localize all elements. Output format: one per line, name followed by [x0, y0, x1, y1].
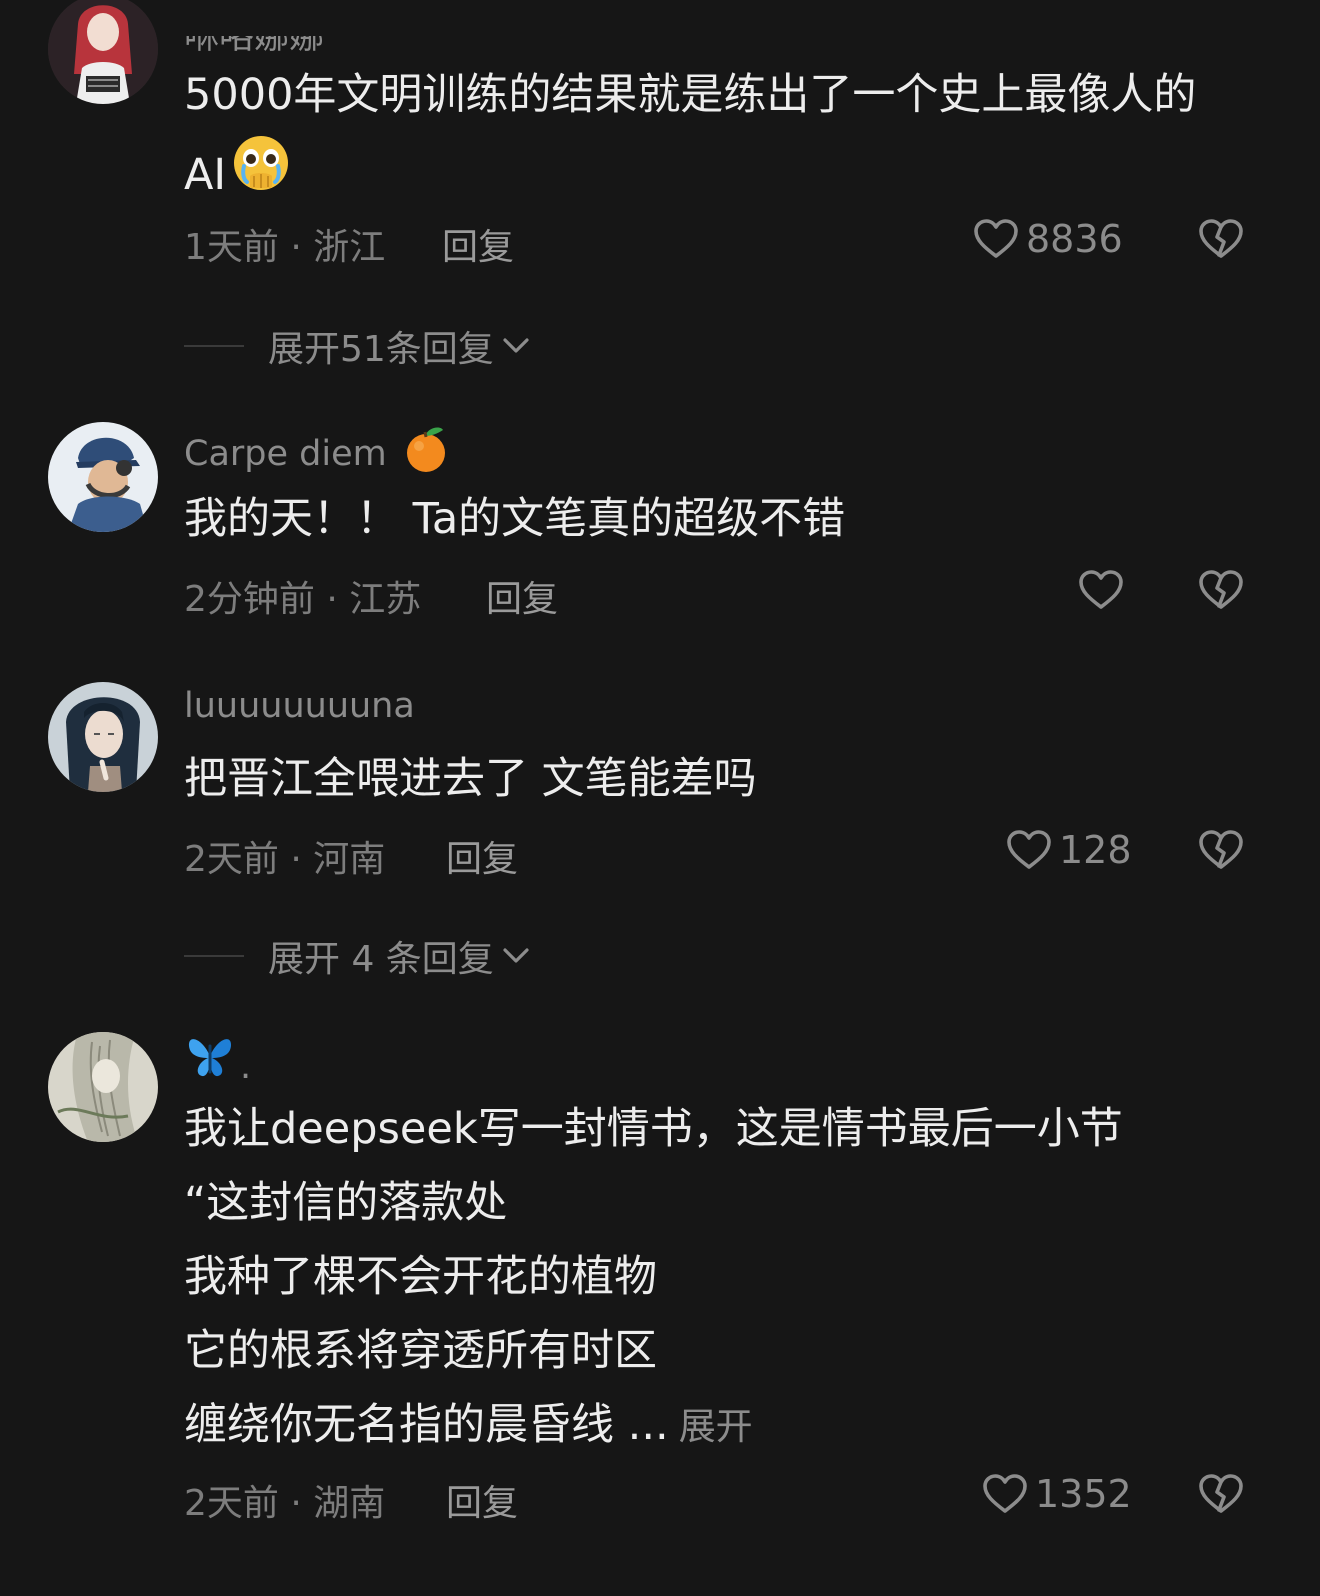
comment-line: “这封信的落款处 [184, 1178, 508, 1228]
comment-username[interactable]: Carpe diem [184, 424, 449, 483]
expand-replies-label: 展开 4 条回复 [268, 939, 494, 980]
like-button[interactable]: 8836 [972, 215, 1123, 263]
heart-outline-icon [1077, 566, 1125, 614]
like-count: 8836 [1026, 217, 1123, 261]
comment-meta: 1天前 · 浙江 [184, 227, 386, 268]
like-button[interactable]: 1352 [981, 1470, 1132, 1518]
comment-meta: 2分钟前 · 江苏 [184, 579, 422, 620]
expand-text-button[interactable]: 展开 [679, 1390, 753, 1464]
like-button[interactable] [1077, 566, 1131, 614]
dislike-button[interactable] [1197, 1470, 1245, 1522]
dislike-button[interactable] [1197, 826, 1245, 878]
comment-username[interactable]: . [186, 1034, 251, 1087]
comment-content: 把晋江全喂进去了 文笔能差吗 [184, 742, 757, 816]
reply-button[interactable]: 回复 [442, 218, 514, 270]
heart-outline-icon [972, 215, 1020, 263]
comment-username[interactable]: 咻咯娜娜 [184, 36, 324, 59]
broken-heart-icon [1197, 566, 1245, 614]
comment-line: 它的根系将穿透所有时区 [184, 1326, 657, 1376]
comment-line: 缠绕你无名指的晨昏线 ... [184, 1400, 669, 1450]
avatar[interactable] [48, 422, 158, 532]
avatar[interactable] [48, 682, 158, 792]
comment-line: 我种了棵不会开花的植物 [184, 1252, 657, 1302]
reply-button[interactable]: 回复 [446, 830, 518, 882]
like-count: 128 [1059, 828, 1132, 872]
reply-button[interactable]: 回复 [486, 570, 558, 622]
comment-line: AI [184, 149, 227, 200]
comment-line: 我让deepseek写一封情书，这是情书最后一小节 [184, 1104, 1123, 1154]
expand-replies-label: 展开51条回复 [268, 329, 494, 370]
expand-replies-button[interactable]: 展开51条回复 [184, 320, 534, 372]
like-count: 1352 [1035, 1472, 1132, 1516]
dislike-button[interactable] [1197, 215, 1245, 267]
comment-line-with-emoji: AI [184, 132, 1196, 217]
comment-line: 把晋江全喂进去了 文笔能差吗 [184, 754, 757, 804]
username-text: Carpe diem [184, 433, 387, 474]
divider-line [184, 955, 244, 957]
comment-username[interactable]: luuuuuuuuna [184, 686, 415, 726]
heart-outline-icon [981, 1470, 1029, 1518]
broken-heart-icon [1197, 826, 1245, 874]
divider-line [184, 345, 244, 347]
broken-heart-icon [1197, 215, 1245, 263]
comment-meta: 2天前 · 湖南 [184, 1483, 386, 1524]
chevron-down-icon [503, 338, 529, 353]
like-button[interactable]: 128 [1005, 826, 1132, 874]
comment-content: 我的天！！ Ta的文笔真的超级不错 [184, 482, 845, 556]
chevron-down-icon [503, 948, 529, 963]
comment-meta: 2天前 · 河南 [184, 839, 386, 880]
tangerine-emoji-icon [403, 424, 449, 483]
comment-line: 我的天！！ Ta的文笔真的超级不错 [184, 494, 846, 544]
comment-line: 5000年文明训练的结果就是练出了一个史上最像人的 [184, 70, 1197, 120]
avatar[interactable] [48, 0, 158, 104]
comment-line-with-more: 缠绕你无名指的晨昏线 ... 展开 [184, 1388, 1123, 1464]
avatar[interactable] [48, 1032, 158, 1142]
reply-button[interactable]: 回复 [446, 1474, 518, 1526]
comment-content: 5000年文明训练的结果就是练出了一个史上最像人的 AI [184, 58, 1196, 217]
comment-content: 我让deepseek写一封情书，这是情书最后一小节 “这封信的落款处 我种了棵不… [184, 1092, 1123, 1464]
username-text: . [240, 1047, 252, 1087]
broken-heart-icon [1197, 1470, 1245, 1518]
dislike-button[interactable] [1197, 566, 1245, 618]
heart-outline-icon [1005, 826, 1053, 874]
butterfly-emoji-icon [186, 1034, 234, 1087]
pleading-face-emoji-icon [230, 132, 292, 217]
expand-replies-button[interactable]: 展开 4 条回复 [184, 930, 534, 982]
